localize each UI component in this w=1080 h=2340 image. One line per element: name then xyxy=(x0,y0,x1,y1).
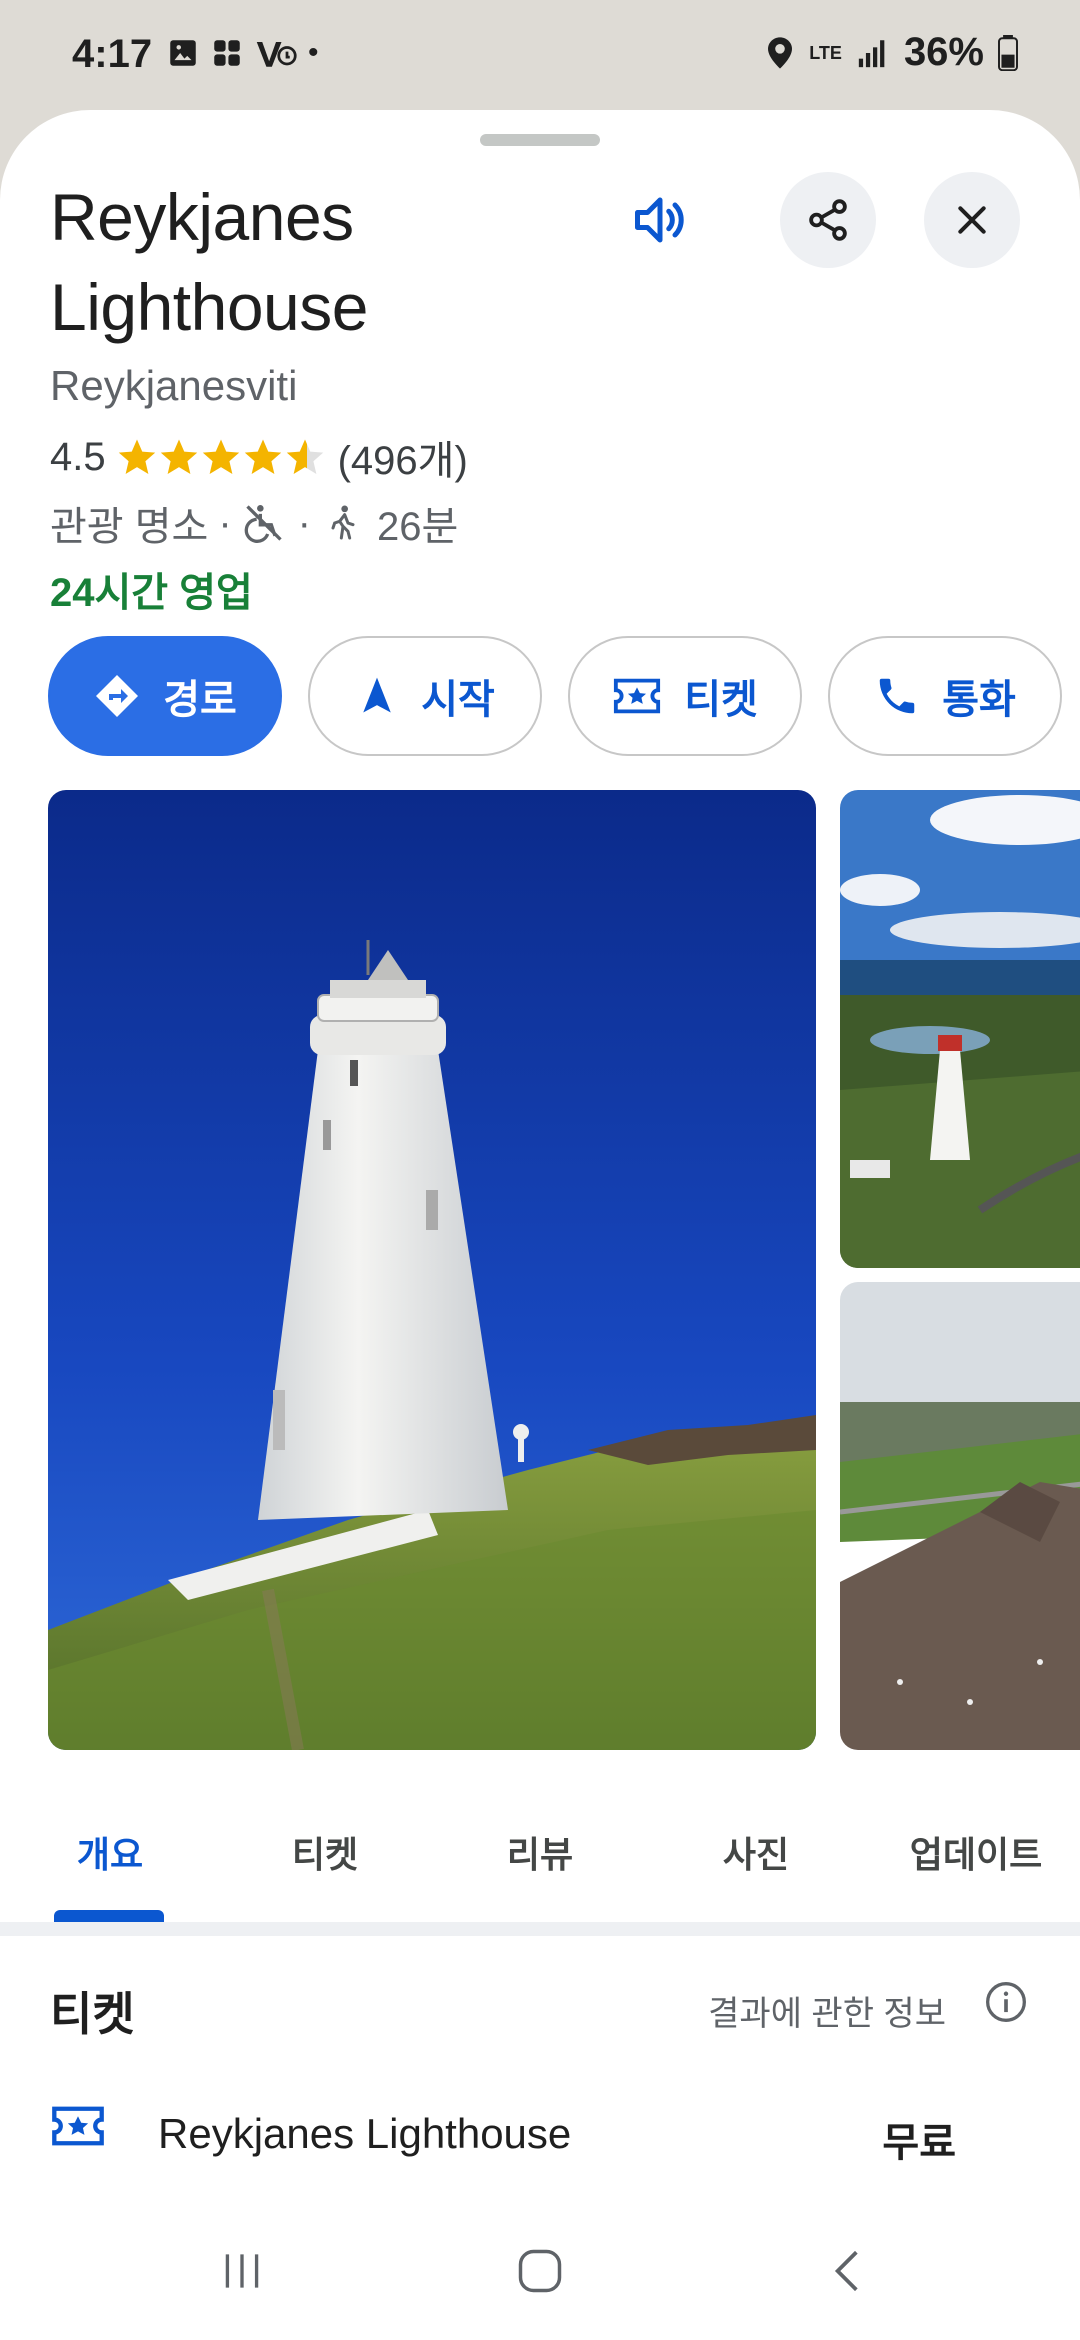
ticket-list-item[interactable]: Reykjanes Lighthouse 무료 xyxy=(0,2092,1080,2182)
network-type: LTE xyxy=(809,42,842,63)
walk-time: 26분 xyxy=(376,505,459,549)
tab-tickets[interactable]: 티켓 xyxy=(255,1810,395,1900)
ticket-icon xyxy=(614,678,661,714)
info-icon xyxy=(986,1982,1026,2022)
lighthouse-photo xyxy=(48,790,816,1750)
tickets-label: 티켓 xyxy=(684,678,758,722)
tab-photos[interactable]: 사진 xyxy=(686,1810,826,1900)
location-pin-icon xyxy=(768,36,793,69)
directions-icon xyxy=(96,675,139,717)
section-divider xyxy=(0,1922,1080,1936)
share-button[interactable] xyxy=(780,172,876,268)
tickets-section-title: 티켓 xyxy=(50,1988,135,2040)
photo-landscape[interactable] xyxy=(840,1282,1080,1750)
meta-row: 관광 명소 · · 26분 xyxy=(50,494,458,552)
status-notification-icons: • xyxy=(166,36,319,70)
photo-aerial-lighthouse[interactable] xyxy=(840,790,1080,1268)
tab-updates[interactable]: 업데이트 xyxy=(896,1810,1056,1900)
gallery-icon xyxy=(170,40,196,66)
photo-main-lighthouse[interactable] xyxy=(48,790,816,1750)
tickets-button[interactable]: 티켓 xyxy=(568,636,802,756)
speaker-icon xyxy=(635,197,684,243)
speaker-button[interactable] xyxy=(612,172,708,268)
recents-icon xyxy=(225,2254,259,2288)
place-local-name: Reykjanesviti xyxy=(50,362,298,409)
battery-icon xyxy=(998,34,1018,71)
share-icon xyxy=(809,199,847,241)
status-system-icons: LTE 36% xyxy=(765,30,1018,75)
start-button[interactable]: 시작 xyxy=(308,636,542,756)
walking-icon xyxy=(331,505,355,540)
star-icon xyxy=(202,439,239,474)
ticket-name: Reykjanes Lighthouse xyxy=(158,2110,572,2157)
no-wheelchair-icon xyxy=(244,505,282,543)
star-icon xyxy=(160,439,197,474)
status-bar: 4:17 • LTE 36% xyxy=(0,0,1080,110)
tab-indicator xyxy=(54,1910,164,1922)
close-button[interactable] xyxy=(924,172,1020,268)
apps-grid-icon xyxy=(214,40,240,66)
results-info-link[interactable]: 결과에 관한 정보 xyxy=(708,1986,946,2035)
ticket-icon-wrap xyxy=(50,2102,106,2155)
tab-reviews[interactable]: 리뷰 xyxy=(470,1810,610,1900)
status-time: 4:17 xyxy=(72,32,153,76)
star-half-icon xyxy=(286,439,323,474)
navigation-arrow-icon xyxy=(363,677,391,713)
back-button[interactable] xyxy=(808,2236,888,2306)
info-button[interactable] xyxy=(984,1980,1028,2029)
review-count: (496개) xyxy=(337,439,468,483)
directions-label: 경로 xyxy=(163,678,237,722)
star-icon xyxy=(244,439,281,474)
aerial-photo xyxy=(840,790,1080,1268)
rating-value: 4.5 xyxy=(50,434,106,479)
system-nav-bar xyxy=(0,2200,1080,2340)
dnd-alarm-icon xyxy=(256,42,297,67)
landscape-photo xyxy=(840,1282,1080,1750)
call-button[interactable]: 통화 xyxy=(828,636,1062,756)
category-label: 관광 명소 xyxy=(50,505,209,549)
drag-handle[interactable] xyxy=(480,134,600,146)
recents-button[interactable] xyxy=(202,2236,282,2306)
action-chips: 경로 시작 티켓 통화 xyxy=(48,636,1062,756)
back-icon xyxy=(834,2250,858,2292)
rating-row[interactable]: 4.5 (496개) xyxy=(50,428,468,486)
battery-percent: 36% xyxy=(903,30,984,74)
star-icon xyxy=(118,439,155,474)
separator: · xyxy=(218,500,232,545)
place-details-sheet: Reykjanes Lighthouse Reykjanesviti 4.5 (… xyxy=(0,110,1080,2340)
separator: · xyxy=(297,500,311,545)
start-label: 시작 xyxy=(421,678,495,722)
home-icon xyxy=(518,2249,562,2293)
ticket-icon xyxy=(52,2106,104,2146)
place-title: Reykjanes Lighthouse xyxy=(50,180,368,344)
home-button[interactable] xyxy=(500,2236,580,2306)
star-rating xyxy=(116,436,326,478)
directions-button[interactable]: 경로 xyxy=(48,636,282,756)
close-icon xyxy=(958,206,986,234)
open-hours: 24시간 영업 xyxy=(50,571,253,615)
call-label: 통화 xyxy=(942,678,1016,722)
signal-icon xyxy=(858,39,885,67)
phone-icon xyxy=(879,678,915,714)
tab-bar: 개요 티켓 리뷰 사진 업데이트 xyxy=(0,1810,1080,1922)
ticket-price: 무료 xyxy=(882,2121,956,2165)
tab-overview[interactable]: 개요 xyxy=(40,1810,180,1900)
status-dot: • xyxy=(308,36,319,69)
